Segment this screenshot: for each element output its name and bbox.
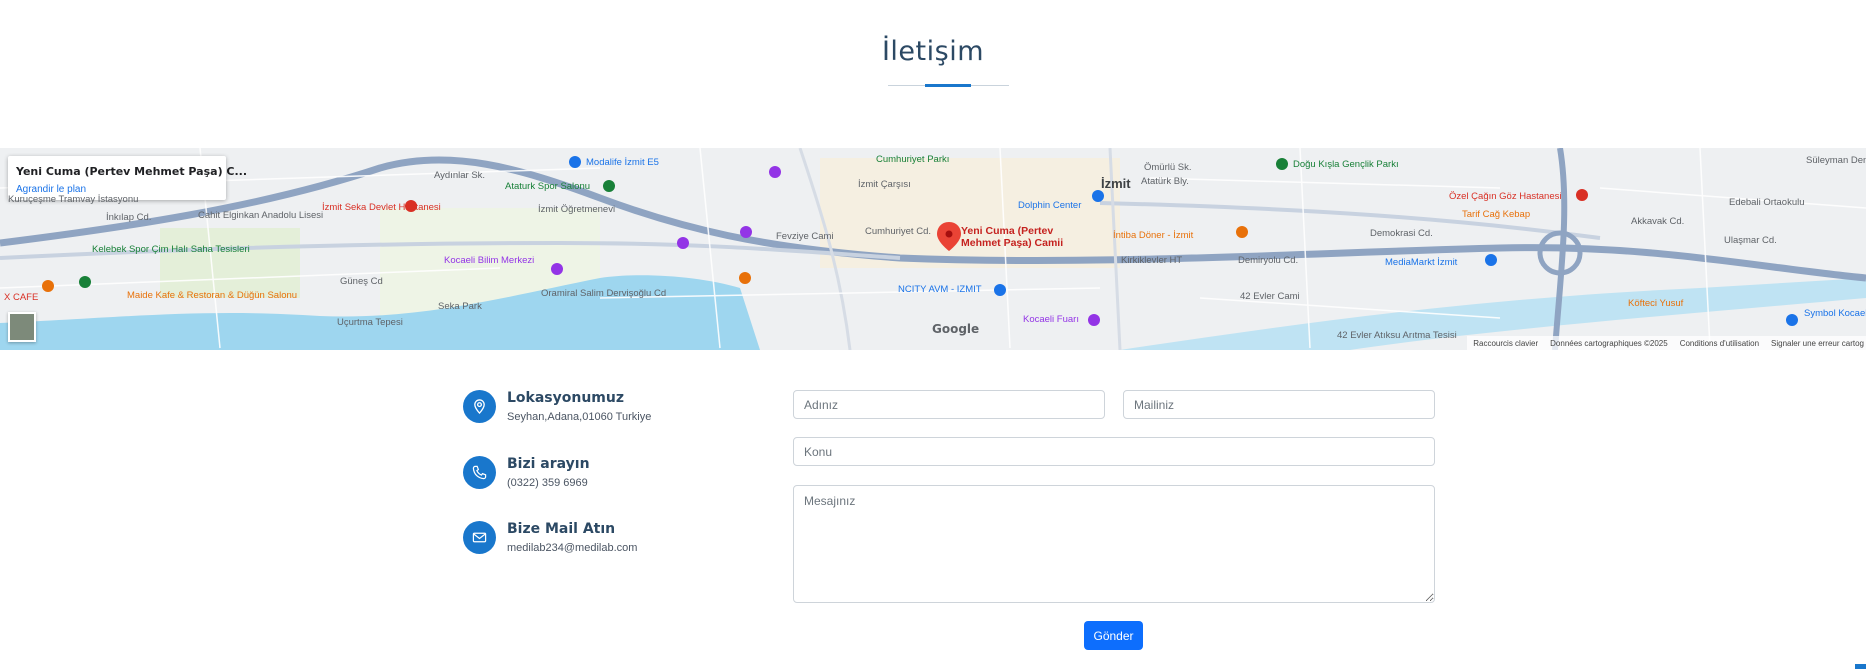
map-label: Dolphin Center: [1018, 200, 1082, 211]
contact-phone-text[interactable]: (0322) 359 6969: [507, 477, 588, 489]
map-canvas[interactable]: [0, 148, 1866, 350]
map-label: Kelebek Spor Çim Halı Saha Tesisleri: [92, 244, 250, 255]
map-label: X CAFE: [4, 292, 39, 303]
envelope-icon: [463, 521, 496, 554]
email-input[interactable]: [1123, 390, 1435, 419]
section-title: İletişim: [881, 36, 985, 67]
map-label: Cumhuriyet Cd.: [865, 226, 931, 237]
map-label: Maide Kafe & Restoran & Düğün Salonu: [127, 290, 298, 301]
contact-phone: Bizi arayın (0322) 359 6969: [463, 456, 763, 496]
map-label: NCITY AVM - IZMIT: [898, 284, 982, 295]
contact-location: Lokasyonumuz Seyhan,Adana,01060 Turkiye: [463, 390, 763, 430]
map-label: Köfteci Yusuf: [1628, 298, 1684, 309]
embedded-map[interactable]: Yeni Cuma (Pertev Mehmet Paşa) C... Agra…: [0, 148, 1866, 350]
contact-location-text: Seyhan,Adana,01060 Turkiye: [507, 411, 652, 423]
map-label: Atatürk Bly.: [1141, 176, 1189, 187]
map-label: İzmit Çarşısı: [858, 179, 911, 190]
map-label: Ulaşmar Cd.: [1724, 235, 1777, 246]
submit-button[interactable]: Gönder: [1084, 621, 1143, 650]
map-terms-link[interactable]: Conditions d'utilisation: [1680, 339, 1759, 348]
map-label: Edebali Ortaokulu: [1729, 197, 1805, 208]
map-label: Kuruçeşme Tramvay İstasyonu: [8, 194, 139, 205]
map-label: Ataturk Spor Salonu: [505, 181, 591, 192]
back-to-top-button[interactable]: [1855, 664, 1866, 669]
map-label: Kirkiklevler HT: [1121, 255, 1183, 266]
map-label: Güneş Cd: [340, 276, 383, 287]
map-footer: Raccourcis clavier Données cartographiqu…: [1467, 336, 1866, 350]
contact-mail-title: Bize Mail Atın: [507, 521, 616, 537]
map-label: Seka Park: [438, 301, 482, 312]
map-label: İntiba Döner - İzmit: [1113, 230, 1194, 241]
map-label: Doğu Kışla Gençlik Parkı: [1293, 159, 1399, 170]
map-label: Modalife İzmit E5: [586, 157, 659, 168]
title-divider-accent: [925, 84, 971, 87]
contact-mail-text[interactable]: medilab234@medilab.com: [507, 542, 637, 554]
map-satellite-toggle[interactable]: [8, 312, 36, 342]
map-label: Cumhuriyet Parkı: [876, 154, 950, 165]
map-label: 42 Evler Atıksu Arıtma Tesisi: [1337, 330, 1457, 341]
map-label: İzmit Öğretmenevi: [538, 204, 616, 215]
map-label: Fevziye Cami: [776, 231, 834, 242]
map-label: Cahit Elginkan Anadolu Lisesi: [198, 210, 324, 221]
map-label: İzmit: [1101, 176, 1131, 191]
subject-input[interactable]: [793, 437, 1435, 466]
map-label: Süleyman Demirel Kültür Merkezi: [1806, 155, 1866, 166]
map-label: MediaMarkt İzmit: [1385, 257, 1458, 268]
contact-phone-title: Bizi arayın: [507, 456, 590, 472]
map-label: Aydınlar Sk.: [434, 170, 486, 181]
map-label: Demokrasi Cd.: [1370, 228, 1433, 239]
contact-mail: Bize Mail Atın medilab234@medilab.com: [463, 521, 763, 561]
name-input[interactable]: [793, 390, 1105, 419]
section-heading: İletişim: [0, 36, 1866, 67]
map-label: Oramiral Salim Dervişoğlu Cd: [541, 288, 667, 299]
phone-icon: [463, 456, 496, 489]
map-label: Demiryolu Cd.: [1238, 255, 1299, 266]
map-pin-label: Yeni Cuma (Pertev Mehmet Paşa) Camii: [961, 225, 1064, 249]
map-label: Ömürlü Sk.: [1144, 162, 1192, 173]
message-textarea[interactable]: [793, 485, 1435, 603]
map-keyboard-shortcuts-link[interactable]: Raccourcis clavier: [1473, 339, 1538, 348]
map-label: Özel Çağın Göz Hastanesi: [1449, 191, 1562, 202]
map-label: 42 Evler Cami: [1240, 291, 1300, 302]
map-place-name: Yeni Cuma (Pertev Mehmet Paşa) C...: [16, 165, 248, 178]
map-label: Kocaeli Fuarı: [1023, 314, 1079, 325]
contact-location-title: Lokasyonumuz: [507, 390, 625, 406]
map-label: Akkavak Cd.: [1631, 216, 1685, 227]
map-label: Kocaeli Bilim Merkezi: [444, 255, 535, 266]
map-data-credit: Données cartographiques ©2025: [1550, 338, 1668, 348]
map-label: İzmit Seka Devlet Hastanesi: [322, 202, 441, 213]
map-label: Uçurtma Tepesi: [337, 317, 403, 328]
map-label: Symbol Kocaeli Alışveriş Merkezi: [1804, 308, 1866, 319]
map-report-link[interactable]: Signaler une erreur cartog: [1771, 339, 1864, 348]
location-pin-icon: [463, 390, 496, 423]
map-label: İnkılap Cd.: [106, 212, 152, 223]
map-label: Tarif Cağ Kebap: [1462, 209, 1531, 220]
map-logo: Google: [932, 322, 980, 336]
